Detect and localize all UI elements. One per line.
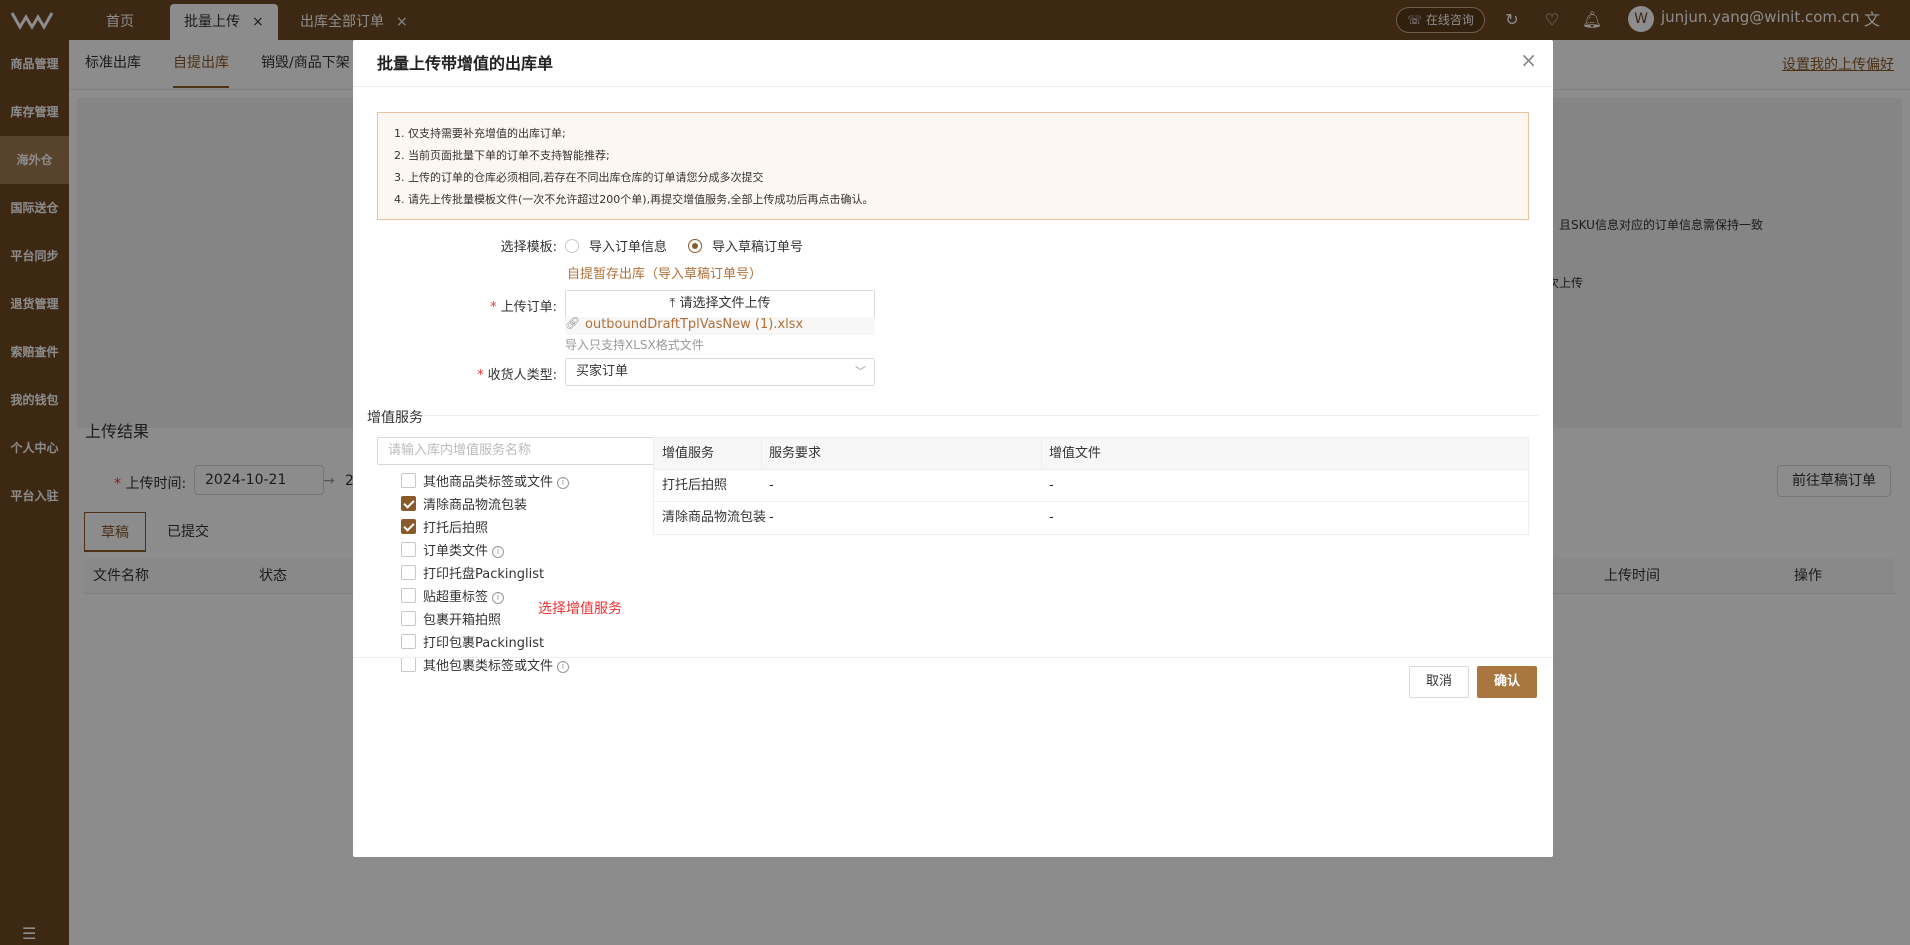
notice-line: 3. 上传的订单的仓库必须相同,若存在不同出库仓库的订单请您分成多次提交: [394, 171, 764, 184]
vas-option-text: 打印包裹Packinglist: [423, 636, 545, 651]
checkbox[interactable]: [401, 657, 416, 672]
notice-line: 2. 当前页面批量下单的订单不支持智能推荐;: [394, 149, 610, 162]
info-icon[interactable]: i: [557, 476, 570, 489]
checkbox[interactable]: [401, 496, 416, 511]
checkbox[interactable]: [401, 473, 416, 488]
upload-format-hint: 导入只支持XLSX格式文件: [565, 338, 704, 352]
receiver-type-label: * 收货人类型:: [443, 364, 557, 383]
radio-label-import-draft-order-no[interactable]: 导入草稿订单号: [712, 236, 803, 255]
cancel-button[interactable]: 取消: [1409, 666, 1469, 698]
receiver-type-select[interactable]: 买家订单 ﹀: [565, 358, 875, 386]
vas-table-header: 增值服务 服务要求 增值文件: [654, 438, 1528, 470]
modal-footer-divider: [353, 657, 1553, 658]
vas-option-label: 订单类文件 i: [423, 540, 505, 559]
cell-requirement[interactable]: -: [769, 470, 774, 502]
th-vas: 增值服务: [662, 446, 715, 461]
template-download-link[interactable]: 自提暂存出库（导入草稿订单号）: [567, 263, 762, 282]
modal-title: 批量上传带增值的出库单: [377, 54, 554, 73]
vas-option-text: 订单类文件: [423, 544, 489, 559]
required-mark: *: [490, 300, 497, 315]
paperclip-icon: 🔗︎: [565, 316, 581, 330]
vas-option-label: 打印包裹Packinglist: [423, 632, 544, 651]
checkbox[interactable]: [401, 634, 416, 649]
th-requirement: 服务要求: [769, 446, 822, 461]
checkbox[interactable]: [401, 565, 416, 580]
upload-button-label: 请选择文件上传: [679, 296, 771, 311]
cell-vas: 清除商品物流包装: [662, 510, 767, 525]
receiver-type-label-text: 收货人类型:: [487, 368, 557, 383]
info-icon[interactable]: i: [492, 545, 505, 558]
vas-section-title: 增值服务: [367, 410, 423, 426]
vas-option-label: 打托后拍照: [423, 517, 488, 536]
template-label: 选择模板:: [500, 240, 557, 255]
vas-option-label: 贴超重标签 i: [423, 586, 505, 605]
radio-import-draft-order-no[interactable]: [688, 239, 702, 253]
uploaded-file-name[interactable]: outboundDraftTplVasNew (1).xlsx: [585, 317, 803, 332]
upload-file-button[interactable]: ⤒ 请选择文件上传: [565, 290, 875, 318]
vas-option-text: 清除商品物流包装: [423, 498, 528, 513]
required-mark: *: [477, 368, 484, 383]
table-row: 清除商品物流包装 - -: [654, 502, 1528, 534]
info-icon[interactable]: i: [492, 591, 505, 604]
upload-icon: ⤒: [669, 296, 676, 311]
checkbox[interactable]: [401, 588, 416, 603]
close-icon[interactable]: ×: [1520, 48, 1537, 72]
upload-order-label-text: 上传订单:: [500, 300, 557, 315]
section-divider: [423, 415, 1539, 416]
column-divider: [761, 438, 762, 470]
batch-upload-vas-modal: 批量上传带增值的出库单 × 1. 仅支持需要补充增值的出库订单; 2. 当前页面…: [353, 40, 1553, 857]
info-icon[interactable]: i: [557, 660, 570, 673]
vas-option-text: 包裹开箱拍照: [423, 613, 502, 628]
vas-option-text: 打印托盘Packinglist: [423, 567, 545, 582]
vas-search-input[interactable]: 请输入库内增值服务名称: [377, 437, 659, 465]
cell-vas: 打托后拍照: [662, 478, 728, 493]
notice-line: 4. 请先上传批量模板文件(一次不允许超过200个单),再提交增值服务,全部上传…: [394, 193, 874, 206]
notice-line: 1. 仅支持需要补充增值的出库订单;: [394, 127, 566, 140]
vas-option-label: 清除商品物流包装: [423, 494, 527, 513]
modal-header: 批量上传带增值的出库单 ×: [353, 40, 1553, 87]
upload-order-label: * 上传订单:: [443, 296, 557, 315]
pick-vas-note: 选择增值服务: [538, 601, 622, 617]
vas-option-label: 其他商品类标签或文件 i: [423, 471, 570, 490]
vas-option-text: 贴超重标签: [423, 590, 489, 605]
column-divider: [1041, 438, 1042, 470]
cell-vas-file[interactable]: -: [1049, 470, 1054, 502]
checkbox[interactable]: [401, 611, 416, 626]
radio-label-import-order-info[interactable]: 导入订单信息: [589, 236, 667, 255]
vas-option-text: 其他商品类标签或文件: [423, 475, 554, 490]
th-vas-file: 增值文件: [1049, 446, 1102, 461]
receiver-type-value: 买家订单: [576, 364, 629, 379]
checkbox[interactable]: [401, 519, 416, 534]
cell-vas-file[interactable]: -: [1049, 502, 1054, 534]
vas-option-text: 其他包裹类标签或文件: [423, 659, 554, 674]
notice-box: 1. 仅支持需要补充增值的出库订单; 2. 当前页面批量下单的订单不支持智能推荐…: [377, 112, 1529, 220]
checkbox[interactable]: [401, 542, 416, 557]
chevron-down-icon: ﹀: [855, 365, 866, 378]
cell-requirement[interactable]: -: [769, 502, 774, 534]
table-row: 打托后拍照 - -: [654, 470, 1528, 502]
vas-table: 增值服务 服务要求 增值文件 打托后拍照 - - 清除商品物流包装 - -: [653, 437, 1529, 535]
radio-import-order-info[interactable]: [565, 239, 579, 253]
vas-option-label: 包裹开箱拍照: [423, 609, 501, 628]
vas-option-text: 打托后拍照: [423, 521, 489, 536]
vas-option-label: 打印托盘Packinglist: [423, 563, 544, 582]
confirm-button[interactable]: 确认: [1477, 666, 1537, 698]
